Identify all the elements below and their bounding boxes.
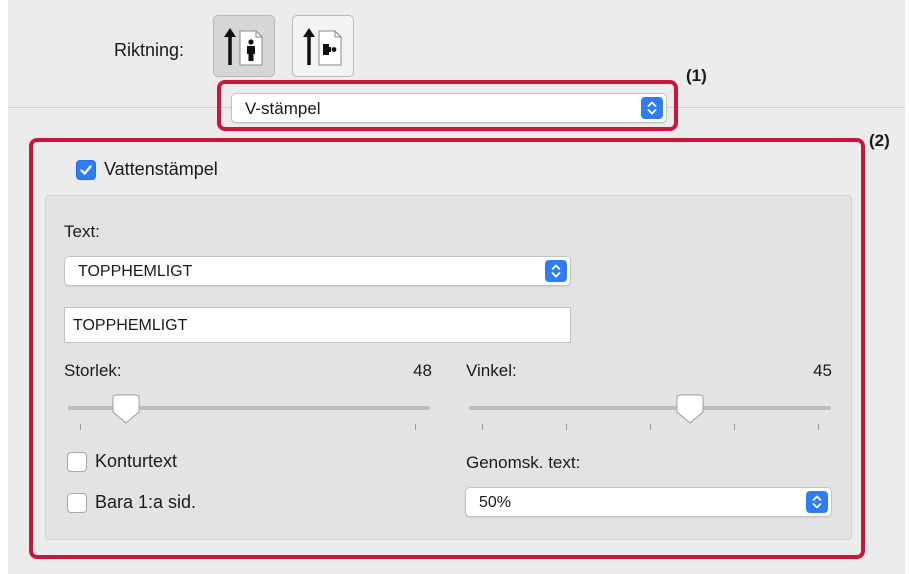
watermark-checkbox-row[interactable]: Vattenstämpel <box>76 159 218 180</box>
orientation-landscape-button[interactable] <box>292 15 354 77</box>
opacity-select-value: 50% <box>479 494 512 511</box>
watermark-checkbox-label: Vattenstämpel <box>104 159 218 179</box>
first-page-only-label: Bara 1:a sid. <box>95 492 197 512</box>
angle-slider-track[interactable] <box>469 406 831 410</box>
size-value: 48 <box>413 361 432 380</box>
updown-chevron-icon <box>641 97 663 119</box>
size-label: Storlek: <box>64 361 122 380</box>
angle-slider-tick <box>482 424 483 430</box>
size-slider-tick <box>415 424 416 430</box>
callout-label-1: (1) <box>686 66 707 85</box>
angle-slider-tick <box>818 424 819 430</box>
first-page-only-checkbox[interactable] <box>67 492 87 513</box>
watermark-text-select-value: TOPPHEMLIGT <box>78 263 193 280</box>
orientation-label: Riktning: <box>114 40 185 60</box>
watermark-text-select[interactable]: TOPPHEMLIGT <box>64 256 571 286</box>
angle-slider-tick <box>650 424 651 430</box>
text-label: Text: <box>64 222 100 241</box>
size-slider-tick <box>80 424 81 430</box>
landscape-icon <box>303 28 342 66</box>
stamp-select[interactable]: V-stämpel <box>231 93 667 123</box>
watermark-text-field[interactable]: TOPPHEMLIGT <box>64 307 571 343</box>
opacity-select[interactable]: 50% <box>465 487 832 517</box>
size-slider-thumb[interactable] <box>112 394 140 424</box>
stamp-select-value: V-stämpel <box>245 99 321 118</box>
callout-label-2: (2) <box>869 131 890 150</box>
outline-text-label: Konturtext <box>95 451 178 471</box>
angle-label: Vinkel: <box>466 361 517 380</box>
outline-text-checkbox-row[interactable]: Konturtext <box>67 451 177 472</box>
orientation-portrait-button[interactable] <box>213 15 275 77</box>
checkmark-icon <box>80 164 92 175</box>
first-page-only-checkbox-row[interactable]: Bara 1:a sid. <box>67 492 196 513</box>
angle-slider-tick <box>566 424 567 430</box>
outline-text-checkbox[interactable] <box>67 451 87 472</box>
watermark-checkbox[interactable] <box>76 159 96 180</box>
angle-slider-tick <box>734 424 735 430</box>
print-dialog: Riktning: (1) V-stämpel (2) Vattenstämpe… <box>0 0 909 574</box>
angle-value: 45 <box>813 361 832 380</box>
angle-slider-thumb[interactable] <box>676 394 704 424</box>
opacity-label: Genomsk. text: <box>466 453 581 472</box>
updown-chevron-icon <box>545 260 567 282</box>
updown-chevron-icon <box>806 491 828 513</box>
portrait-icon <box>224 28 263 66</box>
watermark-text-field-value: TOPPHEMLIGT <box>73 317 188 334</box>
